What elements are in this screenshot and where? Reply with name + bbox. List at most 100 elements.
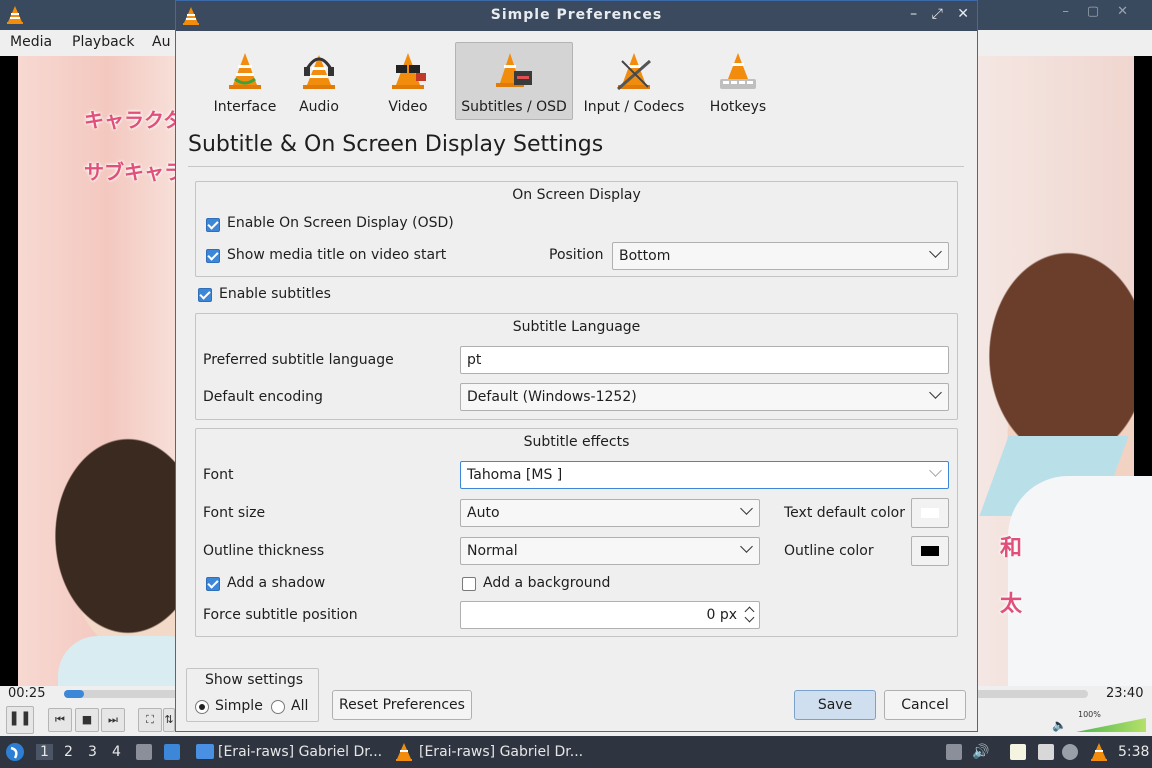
maximize-button[interactable]: ⤢ [932, 6, 943, 22]
task-label: [Erai-raws] Gabriel Dr... [419, 744, 584, 760]
chevron-down-icon [929, 464, 942, 477]
show-desktop-icon[interactable] [164, 744, 180, 760]
osd-position-label: Position [549, 247, 604, 263]
simple-radio-label[interactable]: Simple [215, 698, 263, 714]
next-button[interactable]: ⏭ [101, 708, 125, 732]
volume-icon[interactable]: 🔈 [1052, 718, 1067, 732]
hotkeys-cone-icon [720, 53, 756, 89]
subtitle-language-group: Subtitle Language Preferred subtitle lan… [195, 313, 958, 420]
font-select[interactable]: Tahoma [MS ] [460, 461, 949, 489]
outline-thickness-label: Outline thickness [203, 543, 325, 559]
simple-radio[interactable] [195, 700, 209, 714]
subtitle-effects-title: Subtitle effects [523, 434, 630, 450]
folder-icon [196, 744, 214, 759]
add-background-label[interactable]: Add a background [483, 575, 610, 591]
show-title-label[interactable]: Show media title on video start [227, 247, 446, 263]
osd-position-select[interactable]: Bottom [612, 242, 949, 270]
codecs-cone-icon [617, 53, 651, 91]
category-video[interactable]: Video [349, 42, 467, 120]
section-title: Subtitle & On Screen Display Settings [188, 132, 604, 157]
task-file-manager[interactable]: [Erai-raws] Gabriel Dr... [192, 739, 408, 765]
vlc-cone-icon [396, 743, 412, 761]
enable-osd-label[interactable]: Enable On Screen Display (OSD) [227, 215, 454, 231]
network-icon[interactable] [1038, 744, 1054, 760]
subtitles-cone-icon [496, 53, 532, 87]
close-button[interactable]: ✕ [957, 6, 969, 22]
extended-settings-button[interactable]: ⇅ [163, 708, 175, 732]
chevron-down-icon [929, 386, 942, 399]
enable-subtitles-checkbox[interactable] [198, 288, 212, 302]
volume-tray-icon[interactable]: 🔊 [972, 744, 989, 760]
outline-color-button[interactable] [911, 536, 949, 566]
vlc-tray-icon[interactable] [1090, 742, 1108, 762]
osd-position-value: Bottom [619, 248, 671, 264]
previous-button[interactable]: ⏮ [48, 708, 72, 732]
start-menu-icon[interactable] [5, 742, 25, 762]
add-shadow-checkbox[interactable] [206, 577, 220, 591]
font-size-select[interactable]: Auto [460, 499, 760, 527]
preferred-language-input[interactable]: pt [460, 346, 949, 374]
font-size-value: Auto [467, 505, 500, 521]
vlc-cone-icon [7, 6, 23, 24]
task-vlc[interactable]: [Erai-raws] Gabriel Dr... [393, 739, 619, 765]
outline-thickness-select[interactable]: Normal [460, 537, 760, 565]
menu-media[interactable]: Media [10, 34, 52, 50]
chevron-down-icon[interactable] [744, 612, 755, 623]
enable-osd-checkbox[interactable] [206, 218, 220, 232]
font-size-label: Font size [203, 505, 266, 521]
video-overlay-text: サブキャラ [84, 160, 184, 184]
category-label: Hotkeys [709, 99, 767, 115]
save-button[interactable]: Save [794, 690, 876, 720]
workspace-1[interactable]: 1 [36, 744, 53, 760]
menu-audio[interactable]: Au [152, 34, 170, 50]
enable-subtitles-label[interactable]: Enable subtitles [219, 286, 331, 302]
video-overlay-text: キャラクタ [84, 108, 184, 132]
time-elapsed: 00:25 [8, 686, 46, 701]
add-background-checkbox[interactable] [462, 577, 476, 591]
category-input-codecs[interactable]: Input / Codecs [575, 42, 693, 120]
pause-button[interactable]: ❚❚ [6, 706, 34, 734]
dialog-window-buttons: – ⤢ ✕ [900, 6, 969, 22]
workspace-4[interactable]: 4 [112, 744, 121, 760]
show-settings-group: Show settings Simple All [186, 668, 319, 722]
fullscreen-button[interactable]: ⛶ [138, 708, 162, 732]
all-radio-label[interactable]: All [291, 698, 308, 714]
clock: 5:38 [1118, 744, 1150, 760]
all-radio[interactable] [271, 700, 285, 714]
workspace-3[interactable]: 3 [88, 744, 97, 760]
minimize-button[interactable]: – [910, 6, 917, 22]
audio-cone-headphones-icon [303, 55, 335, 89]
add-shadow-label[interactable]: Add a shadow [227, 575, 325, 591]
vlc-window-buttons[interactable]: –▢✕ [1062, 4, 1146, 19]
video-overlay-text: 和 [1000, 536, 1023, 561]
osd-group-title: On Screen Display [512, 187, 641, 203]
dialog-title: Simple Preferences [490, 7, 663, 23]
menu-playback[interactable]: Playback [72, 34, 134, 50]
category-label: Video [388, 99, 428, 115]
time-total: 23:40 [1106, 686, 1144, 701]
text-color-button[interactable] [911, 498, 949, 528]
chevron-down-icon [740, 502, 753, 515]
force-position-spinbox[interactable]: 0 px [460, 601, 760, 629]
force-position-label: Force subtitle position [203, 607, 358, 623]
file-manager-icon[interactable] [136, 744, 152, 760]
reset-preferences-button[interactable]: Reset Preferences [332, 690, 472, 720]
clipboard-icon[interactable] [946, 744, 962, 760]
seek-bar-fill [64, 690, 85, 698]
text-color-label: Text default color [784, 505, 905, 521]
default-encoding-select[interactable]: Default (Windows-1252) [460, 383, 949, 411]
outline-color-swatch [921, 546, 939, 556]
dialog-titlebar[interactable]: Simple Preferences – ⤢ ✕ [176, 1, 977, 31]
video-cone-glasses-icon [392, 53, 426, 89]
category-hotkeys[interactable]: Hotkeys [679, 42, 797, 120]
cancel-button[interactable]: Cancel [884, 690, 966, 720]
stop-button[interactable]: ■ [75, 708, 99, 732]
notification-icon[interactable] [1062, 744, 1078, 760]
category-subtitles-osd[interactable]: Subtitles / OSD [455, 42, 573, 120]
text-color-swatch [921, 508, 939, 518]
workspace-2[interactable]: 2 [64, 744, 73, 760]
outline-color-label: Outline color [784, 543, 874, 559]
show-title-checkbox[interactable] [206, 249, 220, 263]
notes-icon[interactable] [1010, 744, 1026, 760]
volume-slider[interactable] [1076, 718, 1146, 732]
